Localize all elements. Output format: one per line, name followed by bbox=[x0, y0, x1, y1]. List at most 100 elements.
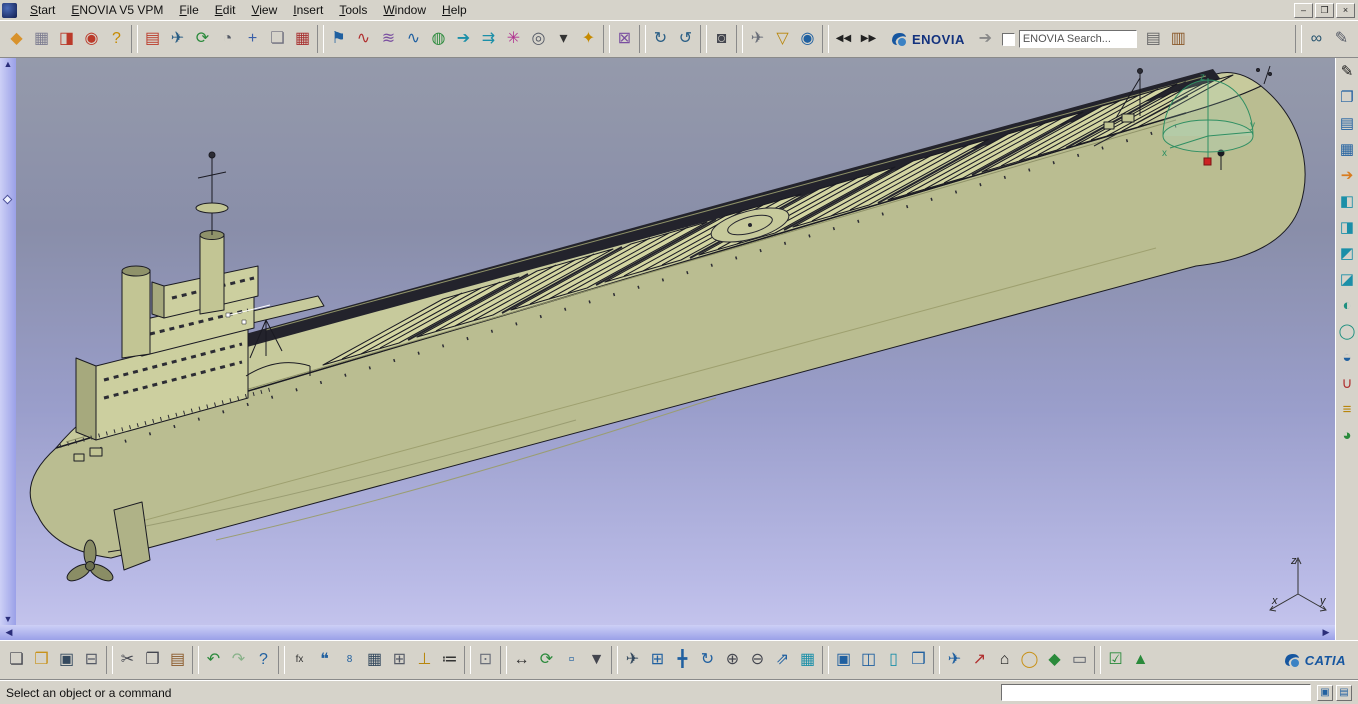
flag-icon[interactable]: ⚑ bbox=[326, 27, 351, 52]
surface-waves-icon[interactable]: ≋ bbox=[376, 27, 401, 52]
frame-icon[interactable]: ▭ bbox=[1067, 648, 1092, 673]
view-front-icon[interactable]: ◧ bbox=[1337, 191, 1358, 212]
scroll-down-arrow[interactable]: ▼ bbox=[2, 614, 14, 624]
airplane-icon[interactable]: ✈ bbox=[165, 27, 190, 52]
menu-window[interactable]: Window bbox=[375, 1, 434, 19]
filter-funnel-icon[interactable]: ▽ bbox=[770, 27, 795, 52]
part-box-icon[interactable]: ▫ bbox=[559, 648, 584, 673]
scroll-left-arrow[interactable]: ◀ bbox=[3, 627, 15, 638]
vertical-scrollbar[interactable]: ▲ ▼ bbox=[0, 58, 16, 625]
exit-workbench-icon[interactable]: ✎ bbox=[1337, 61, 1358, 82]
performance-chart-icon[interactable]: ▲ bbox=[1128, 648, 1153, 673]
camera-record-icon[interactable]: ◙ bbox=[709, 27, 734, 52]
star-burst-icon[interactable]: ✳ bbox=[501, 27, 526, 52]
menu-enovia-v5-vpm[interactable]: ENOVIA V5 VPM bbox=[63, 1, 171, 19]
menu-file[interactable]: File bbox=[171, 1, 206, 19]
quick-views-icon[interactable]: ▦ bbox=[795, 648, 820, 673]
update-icon[interactable]: ⟳ bbox=[534, 648, 559, 673]
compass-anchor-point[interactable] bbox=[1203, 157, 1212, 166]
layers-icon[interactable]: ≡ bbox=[1337, 399, 1358, 420]
normal-view-icon[interactable]: ⇗ bbox=[770, 648, 795, 673]
inertia-icon[interactable]: ▼ bbox=[584, 648, 609, 673]
pointer-orange-icon[interactable]: ➔ bbox=[1337, 165, 1358, 186]
close-button[interactable]: × bbox=[1336, 2, 1355, 18]
view-side-icon[interactable]: ◨ bbox=[1337, 217, 1358, 238]
enovia-home-icon[interactable]: ◆ bbox=[4, 27, 29, 52]
pin-light-icon[interactable]: ✦ bbox=[576, 27, 601, 52]
ship-model[interactable] bbox=[29, 65, 1306, 584]
help-icon[interactable]: ? bbox=[104, 27, 129, 52]
menu-view[interactable]: View bbox=[243, 1, 285, 19]
apply-check-icon[interactable]: ☑ bbox=[1103, 648, 1128, 673]
minimize-button[interactable]: – bbox=[1294, 2, 1313, 18]
print-icon[interactable]: ⊟ bbox=[79, 648, 104, 673]
constraint-icon[interactable]: ⊥ bbox=[412, 648, 437, 673]
rotate-view-icon[interactable]: ↻ bbox=[695, 648, 720, 673]
search-list-icon[interactable]: ▤ bbox=[1141, 27, 1166, 52]
report-chart-icon[interactable]: ▤ bbox=[140, 27, 165, 52]
viewport-3d[interactable]: z x y z x y bbox=[16, 58, 1335, 625]
menu-help[interactable]: Help bbox=[434, 1, 475, 19]
horizontal-scrollbar[interactable]: ◀ ▶ bbox=[0, 625, 1335, 640]
spec-sheet-icon[interactable]: ▤ bbox=[1337, 113, 1358, 134]
green-gem-icon[interactable]: ◆ bbox=[1042, 648, 1067, 673]
product-structure-icon[interactable]: ▦ bbox=[29, 27, 54, 52]
search-annotation-icon[interactable]: ◎ bbox=[526, 27, 551, 52]
clamp-icon[interactable]: ∪ bbox=[1337, 373, 1358, 394]
windows-stack-icon[interactable]: ❐ bbox=[1337, 87, 1358, 108]
zoom-in-icon[interactable]: ⊕ bbox=[720, 648, 745, 673]
enovia-search-input[interactable] bbox=[1018, 30, 1137, 48]
design-table-icon[interactable]: ▦ bbox=[362, 648, 387, 673]
arrow-teal-icon[interactable]: ➔ bbox=[451, 27, 476, 52]
table-red-icon[interactable]: ▦ bbox=[290, 27, 315, 52]
graduated-ground-icon[interactable]: ◕ bbox=[1337, 425, 1358, 446]
transfer-plane-icon[interactable]: ➔ bbox=[973, 27, 998, 52]
fly-mode-icon[interactable]: ✈ bbox=[620, 648, 645, 673]
save-icon[interactable]: ▣ bbox=[54, 648, 79, 673]
grid-sheet-icon[interactable]: ▦ bbox=[1337, 139, 1358, 160]
maximize-button[interactable]: ❒ bbox=[1315, 2, 1334, 18]
double-arrow-icon[interactable]: ⇉ bbox=[476, 27, 501, 52]
globe-mesh-icon[interactable]: ◍ bbox=[426, 27, 451, 52]
enovia-search-checkbox[interactable] bbox=[1001, 32, 1015, 46]
go-first-icon[interactable]: ◀◀ bbox=[831, 27, 856, 52]
pan-icon[interactable]: ╋ bbox=[670, 648, 695, 673]
paste-icon[interactable]: ▤ bbox=[165, 648, 190, 673]
open-folder-icon[interactable]: ❒ bbox=[29, 648, 54, 673]
quick-print-icon[interactable]: ⊡ bbox=[473, 648, 498, 673]
fit-all-icon[interactable]: ⊞ bbox=[645, 648, 670, 673]
mesh-grid-icon[interactable]: ⊠ bbox=[612, 27, 637, 52]
compass-ball-icon[interactable]: ◉ bbox=[795, 27, 820, 52]
viewport-3d-scene[interactable]: z x y z x y bbox=[16, 58, 1335, 625]
shading-mode-icon[interactable]: ◐ bbox=[1337, 295, 1358, 316]
wave-blue-icon[interactable]: ∿ bbox=[401, 27, 426, 52]
menu-insert[interactable]: Insert bbox=[285, 1, 331, 19]
rule-number-icon[interactable]: 8 bbox=[337, 648, 362, 673]
edit-query-icon[interactable]: ✎ bbox=[1329, 27, 1354, 52]
new-document-icon[interactable]: ❏ bbox=[4, 648, 29, 673]
parameters-icon[interactable]: ≔ bbox=[437, 648, 462, 673]
copy-icon[interactable]: ❐ bbox=[140, 648, 165, 673]
relations-icon[interactable]: ⊞ bbox=[387, 648, 412, 673]
link-sync-icon[interactable]: ∞ bbox=[1304, 27, 1329, 52]
tile-windows-icon[interactable]: ❒ bbox=[906, 648, 931, 673]
cut-icon[interactable]: ✂ bbox=[115, 648, 140, 673]
plane-locate-icon[interactable]: ✈ bbox=[745, 27, 770, 52]
wave-red-icon[interactable]: ∿ bbox=[351, 27, 376, 52]
red-vector-icon[interactable]: ↗ bbox=[967, 648, 992, 673]
hide-show-icon[interactable]: ◒ bbox=[1337, 347, 1358, 368]
menu-tools[interactable]: Tools bbox=[331, 1, 375, 19]
clock-icon[interactable]: ◔ bbox=[215, 27, 240, 52]
view-top-icon[interactable]: ◩ bbox=[1337, 243, 1358, 264]
whats-this-icon[interactable]: ? bbox=[251, 648, 276, 673]
scroll-up-arrow[interactable]: ▲ bbox=[2, 59, 14, 69]
rotate-cw-icon[interactable]: ↻ bbox=[648, 27, 673, 52]
vehicle-query-icon[interactable]: ◉ bbox=[79, 27, 104, 52]
dmu-clipboard-icon[interactable]: ▯ bbox=[881, 648, 906, 673]
axis-system-icon[interactable]: + bbox=[240, 27, 265, 52]
library-books-icon[interactable]: ▥ bbox=[1166, 27, 1191, 52]
wireframe-mode-icon[interactable]: ◯ bbox=[1337, 321, 1358, 342]
look-at-icon[interactable]: ◫ bbox=[856, 648, 881, 673]
scroll-right-arrow[interactable]: ▶ bbox=[1320, 627, 1332, 638]
vehicle-icon[interactable]: ◨ bbox=[54, 27, 79, 52]
